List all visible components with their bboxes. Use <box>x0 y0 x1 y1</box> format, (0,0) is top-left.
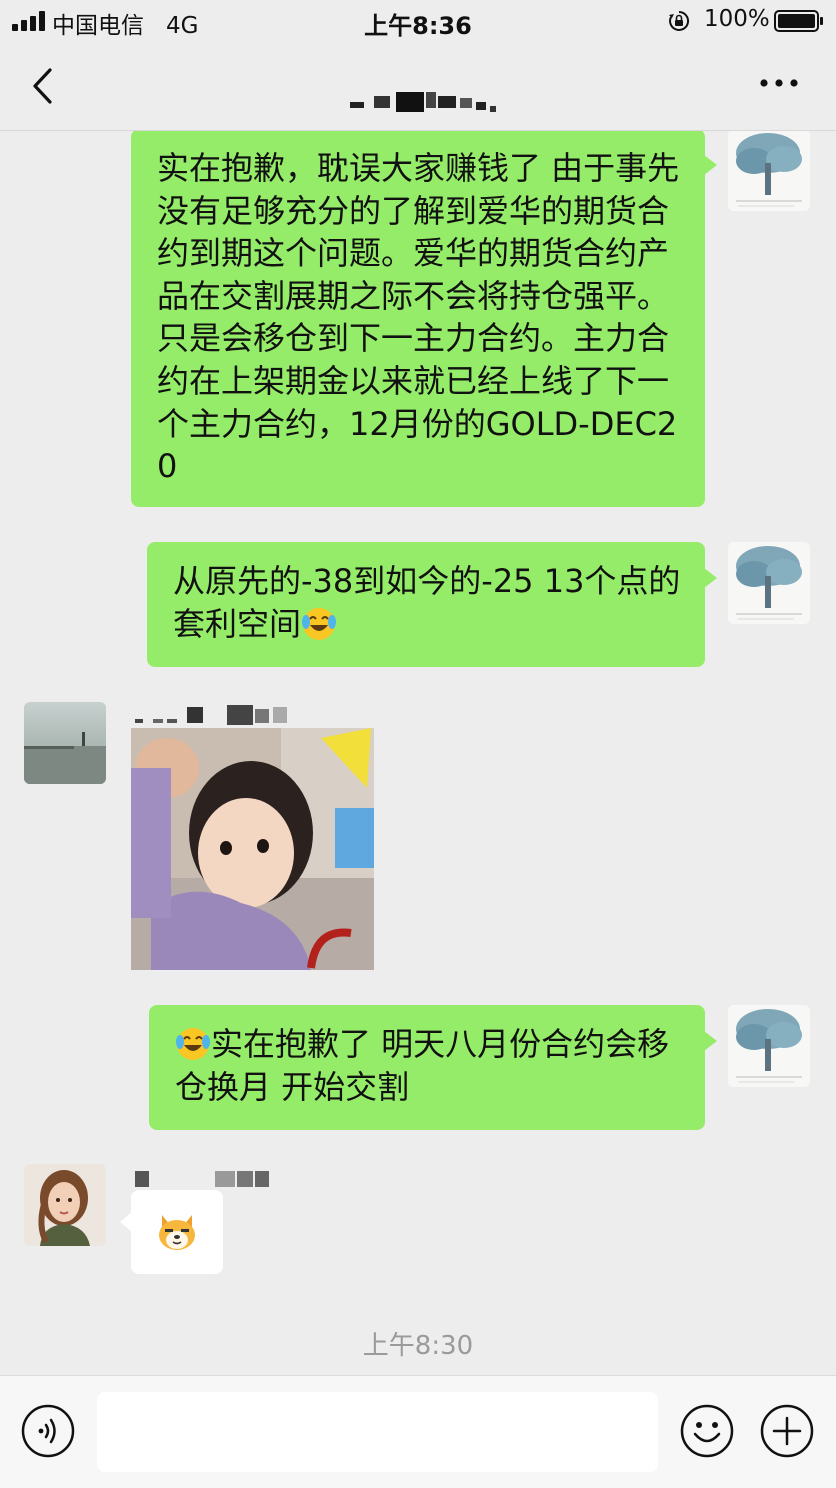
chat-title-redacted <box>330 62 540 114</box>
my-avatar[interactable] <box>728 131 810 211</box>
message-timestamp: 上午8:30 <box>362 1331 474 1361</box>
laughing-crying-emoji-icon <box>176 1028 210 1060</box>
battery-icon <box>774 10 823 32</box>
voice-input-icon[interactable] <box>21 1404 75 1458</box>
tree-avatar-icon <box>728 542 810 624</box>
doge-sticker-icon <box>159 1215 195 1250</box>
message-text: 实在抱歉了 明天八月份合约会移仓换月 开始交割 <box>175 1025 670 1106</box>
contact-avatar[interactable] <box>24 702 106 784</box>
battery-percent: 100% <box>704 6 770 32</box>
message-list[interactable]: 实在抱歉，耽误大家赚钱了 由于事先没有足够充分的了解到爱华的期货合约到期这个问题… <box>0 131 836 1375</box>
laughing-crying-emoji-icon <box>302 607 337 640</box>
shared-image[interactable] <box>131 728 374 970</box>
tree-avatar-icon <box>728 131 810 211</box>
message-text: 实在抱歉，耽误大家赚钱了 由于事先没有足够充分的了解到爱华的期货合约到期这个问题… <box>157 149 680 486</box>
seaside-avatar-icon <box>24 702 106 784</box>
my-avatar[interactable] <box>728 542 810 624</box>
my-avatar[interactable] <box>728 1005 810 1087</box>
child-photo-icon <box>131 728 374 970</box>
sender-name-redacted <box>131 1165 291 1189</box>
outgoing-message-bubble[interactable]: 实在抱歉了 明天八月份合约会移仓换月 开始交割 <box>149 1005 717 1130</box>
back-arrow-icon[interactable] <box>30 66 56 106</box>
input-bar <box>0 1375 836 1488</box>
chat-header <box>0 44 836 131</box>
redacted-pixelation <box>350 92 496 112</box>
add-attachment-icon[interactable] <box>760 1404 814 1458</box>
message-text: 从原先的-38到如今的-25 13个点的套利空间 <box>173 562 681 643</box>
outgoing-message-bubble[interactable]: 实在抱歉，耽误大家赚钱了 由于事先没有足够充分的了解到爱华的期货合约到期这个问题… <box>131 131 717 507</box>
emoji-picker-icon[interactable] <box>680 1404 734 1458</box>
message-input[interactable] <box>97 1392 658 1472</box>
more-options-icon[interactable] <box>758 76 800 90</box>
status-bar: 中国电信 4G 上午8:36 100% <box>0 0 836 44</box>
sender-name-redacted <box>131 701 301 725</box>
orientation-lock-icon <box>669 10 690 31</box>
contact-avatar[interactable] <box>24 1164 106 1246</box>
incoming-sticker-bubble[interactable] <box>120 1190 223 1274</box>
tree-avatar-icon <box>728 1005 810 1087</box>
girl-portrait-avatar-icon <box>24 1164 106 1246</box>
outgoing-message-bubble[interactable]: 从原先的-38到如今的-25 13个点的套利空间 <box>147 542 717 667</box>
